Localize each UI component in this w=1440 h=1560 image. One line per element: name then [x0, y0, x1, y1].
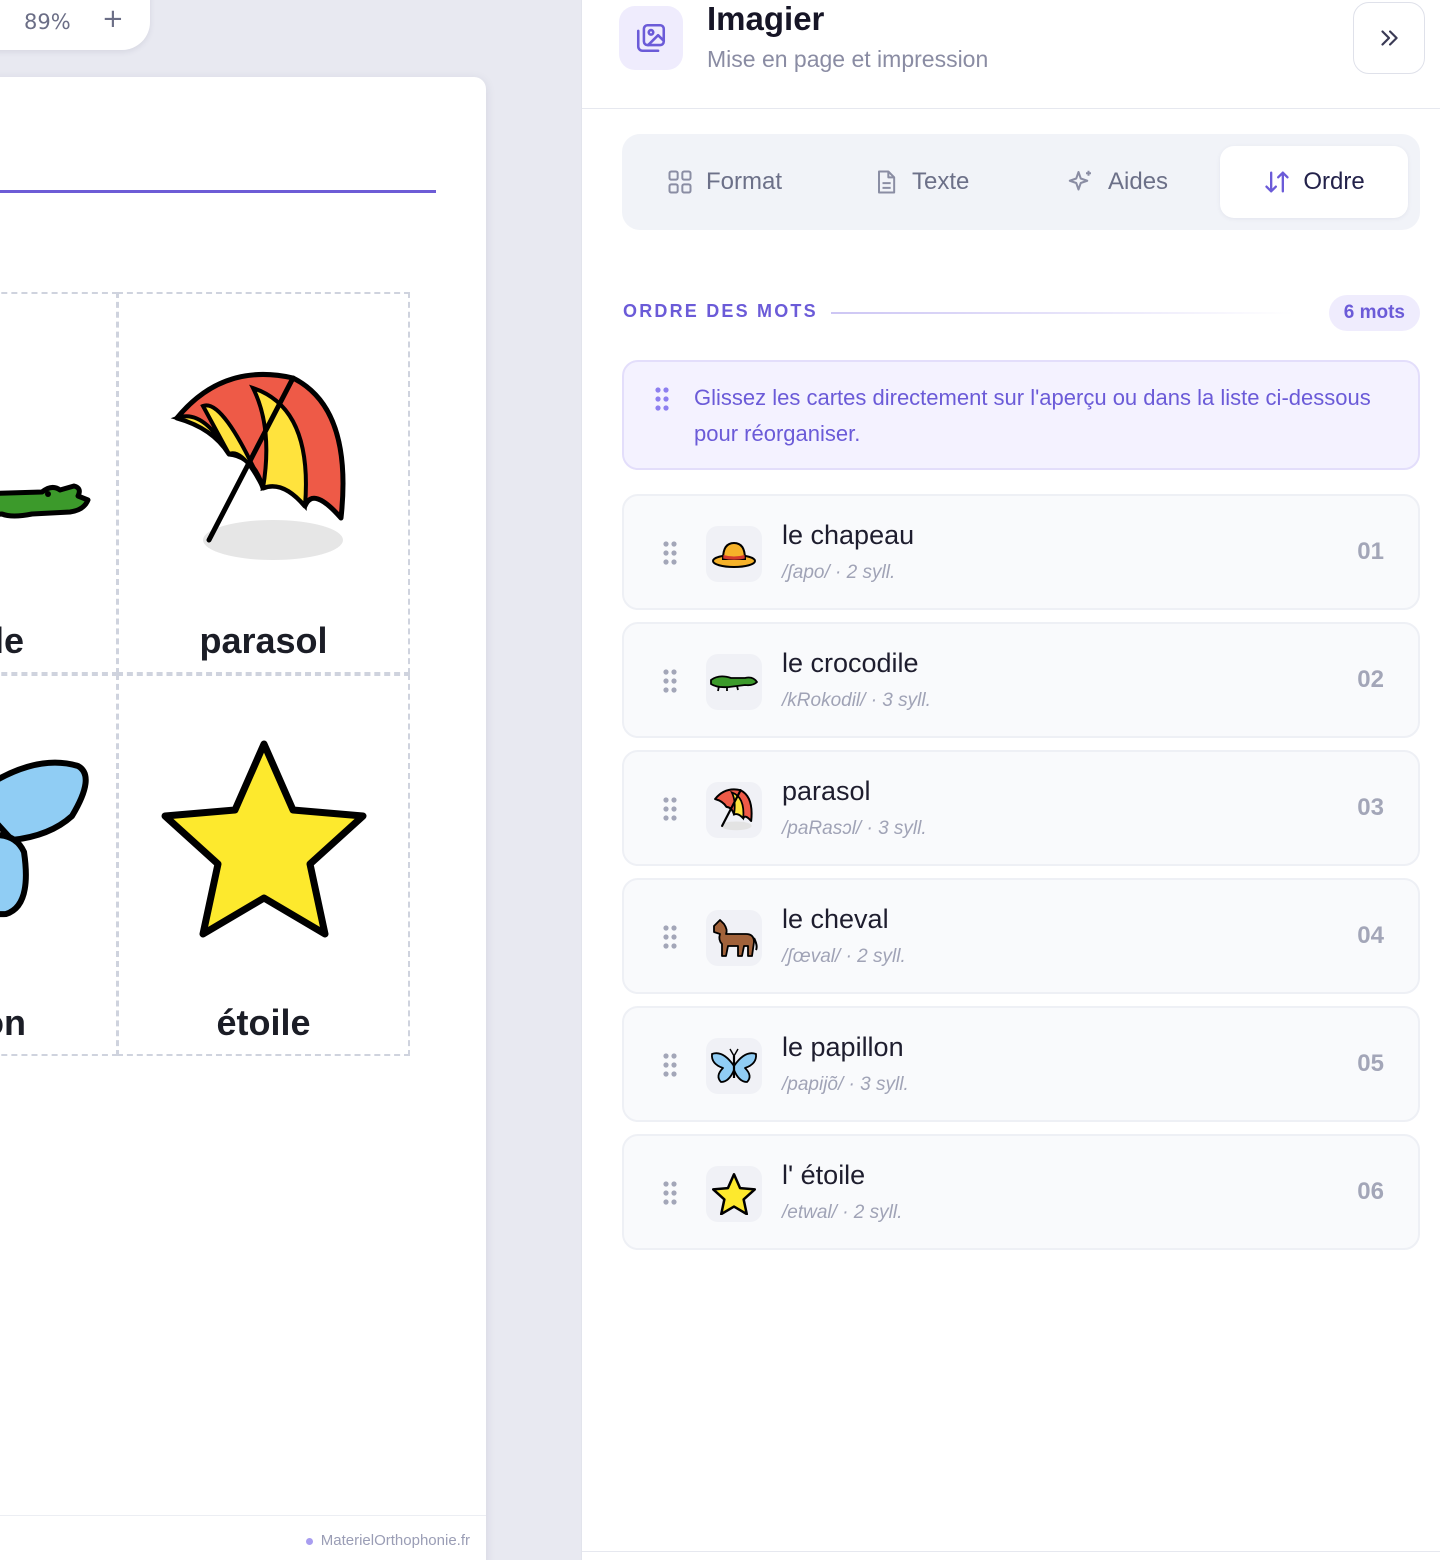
- tab-label: Ordre: [1303, 168, 1365, 195]
- drag-handle-icon[interactable]: [662, 924, 678, 950]
- zoom-in-button[interactable]: +: [102, 4, 124, 34]
- preview-card-parasol[interactable]: parasol: [117, 292, 410, 674]
- word-phonetics: /ʃœval/ · 2 syll.: [782, 946, 906, 967]
- word-list-item[interactable]: le chapeau /ʃapo/ · 2 syll. 01: [622, 494, 1420, 610]
- word-thumbnail: [706, 782, 762, 838]
- word-label: parasol: [782, 776, 871, 806]
- word-list-item[interactable]: le cheval /ʃœval/ · 2 syll. 04: [622, 878, 1420, 994]
- document-icon: [878, 170, 896, 194]
- card-label: dile: [0, 620, 25, 661]
- word-position: 03: [1357, 794, 1384, 821]
- word-list-item[interactable]: l' étoile /etwal/ · 2 syll. 06: [622, 1134, 1420, 1250]
- word-phonetics: /kRokodil/ · 3 syll.: [782, 690, 931, 711]
- sort-arrows-icon: [1265, 171, 1289, 193]
- tab-aides[interactable]: Aides: [1066, 146, 1168, 218]
- word-phonetics: /papijõ/ · 3 syll.: [782, 1074, 909, 1095]
- drag-handle-icon[interactable]: [662, 796, 678, 822]
- word-position: 01: [1357, 538, 1384, 565]
- word-thumbnail: [706, 526, 762, 582]
- butterfly-icon: [711, 1048, 757, 1083]
- crocodile-icon: [0, 483, 91, 519]
- word-list-item[interactable]: le papillon /papijõ/ · 3 syll. 05: [622, 1006, 1420, 1122]
- word-thumbnail: [706, 654, 762, 710]
- panel-title: Imagier: [707, 0, 825, 37]
- word-label: le papillon: [782, 1032, 904, 1062]
- zoom-level: 89%: [24, 10, 71, 34]
- star-icon: [161, 740, 367, 938]
- drag-handle-icon[interactable]: [662, 1180, 678, 1206]
- word-count-badge: 6 mots: [1328, 295, 1420, 331]
- preview-card-butterfly[interactable]: on: [0, 674, 118, 1056]
- word-label: l' étoile: [782, 1160, 866, 1190]
- drag-handle-icon[interactable]: [662, 1052, 678, 1078]
- preview-card-star[interactable]: étoile: [117, 674, 410, 1056]
- zoom-control: 89% +: [0, 0, 150, 50]
- card-label: parasol: [199, 620, 328, 661]
- word-position: 04: [1357, 922, 1384, 949]
- section-divider: [831, 312, 1295, 314]
- word-label: le cheval: [782, 904, 889, 934]
- word-phonetics: /paRasɔl/ · 3 syll.: [782, 818, 927, 839]
- horse-icon: [713, 919, 758, 957]
- crocodile-icon: [710, 675, 758, 692]
- sheet-footer: MaterielOrthophonie.fr: [0, 1515, 486, 1560]
- tab-format[interactable]: Format: [666, 146, 782, 218]
- star-icon: [712, 1173, 756, 1215]
- settings-panel: Imagier Mise en page et impression Forma…: [581, 0, 1440, 1560]
- tab-label: Texte: [912, 168, 970, 195]
- word-label: le chapeau: [782, 520, 915, 550]
- reorder-hint: Glissez les cartes directement sur l'ape…: [622, 360, 1420, 470]
- word-phonetics: /ʃapo/ · 2 syll.: [782, 562, 896, 583]
- word-thumbnail: [706, 910, 762, 966]
- hint-text: Glissez les cartes directement sur l'ape…: [694, 385, 1371, 446]
- word-position: 05: [1357, 1050, 1384, 1077]
- tab-ordre[interactable]: Ordre: [1220, 146, 1408, 218]
- card-label: étoile: [216, 1002, 311, 1043]
- butterfly-icon: [0, 759, 89, 918]
- section-title: ORDRE DES MOTS: [623, 301, 818, 321]
- sheet-title-rule: [0, 190, 436, 193]
- panel-bottom-divider: [582, 1551, 1440, 1552]
- word-list-item[interactable]: le crocodile /kRokodil/ · 3 syll. 02: [622, 622, 1420, 738]
- word-position: 02: [1357, 666, 1384, 693]
- tab-label: Format: [706, 168, 783, 195]
- print-preview-sheet: dile parasol on étoile MaterielOrthophon…: [0, 77, 486, 1560]
- word-label: le crocodile: [782, 648, 919, 678]
- watermark-text: MaterielOrthophonie.fr: [306, 1532, 470, 1549]
- collapse-panel-button[interactable]: [1353, 2, 1425, 74]
- word-thumbnail: [706, 1166, 762, 1222]
- word-phonetics: /etwal/ · 2 syll.: [782, 1202, 903, 1223]
- image-gallery-icon: [619, 6, 683, 70]
- panel-subtitle: Mise en page et impression: [707, 46, 989, 72]
- parasol-icon: [714, 788, 753, 831]
- drag-handle-icon[interactable]: [662, 540, 678, 566]
- sparkle-icon: [1068, 170, 1091, 191]
- parasol-icon: [170, 372, 346, 560]
- tab-bar: Format Texte Aides Ordre: [622, 134, 1420, 230]
- preview-card-crocodile[interactable]: dile: [0, 292, 118, 674]
- word-order-section-header: ORDRE DES MOTS 6 mots: [622, 295, 1420, 331]
- card-label: on: [0, 1002, 26, 1043]
- tab-label: Aides: [1108, 168, 1169, 195]
- chevrons-right-icon: [1381, 30, 1398, 46]
- drag-handle-icon[interactable]: [662, 668, 678, 694]
- drag-dots-icon: [655, 387, 669, 411]
- word-list-item[interactable]: parasol /paRasɔl/ · 3 syll. 03: [622, 750, 1420, 866]
- word-position: 06: [1357, 1178, 1384, 1205]
- word-thumbnail: [706, 1038, 762, 1094]
- panel-header: Imagier Mise en page et impression: [582, 0, 1440, 109]
- tab-texte[interactable]: Texte: [872, 146, 969, 218]
- grid-icon: [668, 170, 692, 194]
- hat-icon: [712, 541, 756, 568]
